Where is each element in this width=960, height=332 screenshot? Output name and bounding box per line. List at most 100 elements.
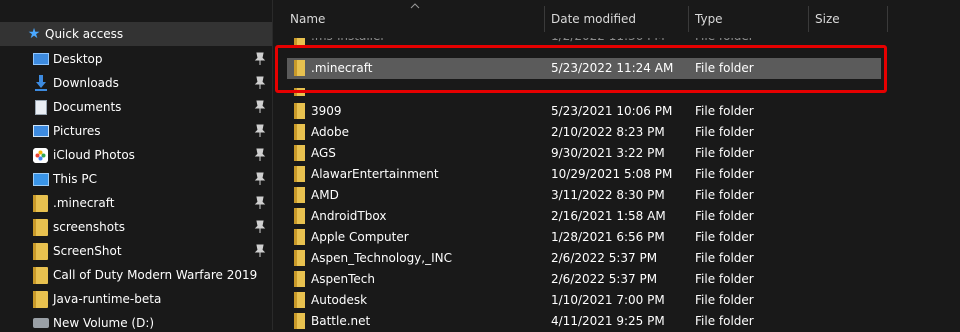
file-row[interactable]: AGS 9/30/2021 3:22 PM File folder: [273, 143, 960, 164]
file-date: 4/11/2021 9:25 PM: [551, 314, 665, 328]
column-header-date-modified[interactable]: Date modified: [551, 0, 636, 38]
folder-icon: [294, 313, 305, 329]
column-header-size[interactable]: Size: [815, 0, 840, 38]
file-type: File folder: [695, 125, 754, 139]
nav-item-java-runtime-beta[interactable]: Java-runtime-beta: [0, 287, 272, 311]
pin-icon: [254, 172, 266, 185]
file-type: File folder: [695, 251, 754, 265]
nav-item-icloud-photos[interactable]: iCloud Photos: [0, 143, 272, 167]
file-row[interactable]: Autodesk 1/10/2021 7:00 PM File folder: [273, 290, 960, 311]
file-type: File folder: [695, 104, 754, 118]
folder-icon: [294, 229, 305, 245]
this-pc-icon: [33, 172, 49, 186]
file-name: Battle.net: [311, 314, 371, 328]
file-name: Apple Computer: [311, 230, 409, 244]
column-divider[interactable]: [544, 6, 545, 32]
column-header: Name Date modified Type Size: [273, 0, 960, 38]
folder-icon: [33, 290, 48, 308]
file-row[interactable]: Adobe 2/10/2022 8:23 PM File folder: [273, 122, 960, 143]
file-name: AGS: [311, 146, 336, 160]
file-name: .minecraft: [311, 61, 373, 75]
nav-item-label: Desktop: [53, 52, 103, 66]
folder-icon: [294, 250, 305, 266]
column-header-name[interactable]: Name: [290, 0, 325, 38]
nav-item-screenshots[interactable]: screenshots: [0, 215, 272, 239]
file-type: File folder: [695, 167, 754, 181]
file-row-selected[interactable]: .minecraft 5/23/2022 11:24 AM File folde…: [287, 58, 881, 79]
folder-icon: [294, 38, 305, 46]
navigation-pane: ★ Quick access Desktop Downloads Documen…: [0, 0, 272, 330]
pin-icon: [254, 244, 266, 257]
file-row[interactable]: AndroidTbox 2/16/2021 1:58 AM File folde…: [273, 206, 960, 227]
nav-item-documents[interactable]: Documents: [0, 95, 272, 119]
nav-item-screenshot[interactable]: ScreenShot: [0, 239, 272, 263]
file-date: 1/10/2021 7:00 PM: [551, 293, 665, 307]
file-name: .ms-installer: [311, 38, 385, 47]
file-row[interactable]: Aspen_Technology,_INC 2/6/2022 5:37 PM F…: [273, 248, 960, 269]
pictures-icon: [33, 125, 49, 137]
file-date: 10/29/2021 5:08 PM: [551, 167, 673, 181]
file-row[interactable]: AspenTech 2/6/2022 5:37 PM File folder: [273, 269, 960, 290]
nav-item-label: Call of Duty Modern Warfare 2019: [53, 268, 258, 282]
nav-item-minecraft[interactable]: .minecraft: [0, 191, 272, 215]
file-row[interactable]: Battle.net 4/11/2021 9:25 PM File folder: [273, 311, 960, 332]
star-icon: ★: [27, 26, 41, 42]
nav-item-label: Pictures: [53, 124, 101, 138]
column-divider[interactable]: [688, 6, 689, 32]
file-type: File folder: [695, 146, 754, 160]
file-name: Autodesk: [311, 293, 368, 307]
file-date: 1/2/2022 11:36 PM: [551, 38, 665, 47]
column-header-type[interactable]: Type: [695, 0, 723, 38]
nav-item-pictures[interactable]: Pictures: [0, 119, 272, 143]
file-row[interactable]: AMD 3/11/2022 8:30 PM File folder: [273, 185, 960, 206]
file-type: File folder: [695, 272, 754, 286]
file-list: Name Date modified Type Size .ms-install…: [273, 0, 960, 330]
nav-item-label: Documents: [53, 100, 122, 114]
nav-item-desktop[interactable]: Desktop: [0, 47, 272, 71]
nav-item-label: ScreenShot: [53, 244, 122, 258]
file-row[interactable]: 3909 5/23/2021 10:06 PM File folder: [273, 101, 960, 122]
nav-item-label: Java-runtime-beta: [53, 292, 162, 306]
pin-icon: [254, 220, 266, 233]
pin-icon: [254, 76, 266, 89]
folder-icon: [33, 242, 48, 260]
file-name: AspenTech: [311, 272, 375, 286]
nav-item-quick-access[interactable]: ★ Quick access: [0, 22, 272, 46]
nav-item-downloads[interactable]: Downloads: [0, 71, 272, 95]
file-name: AndroidTbox: [311, 209, 387, 223]
nav-item-this-pc[interactable]: This PC: [0, 167, 272, 191]
folder-icon: [294, 208, 305, 224]
file-name: AlawarEntertainment: [311, 167, 439, 181]
nav-item-label: Downloads: [53, 76, 119, 90]
file-date: 5/23/2021 10:06 PM: [551, 104, 673, 118]
file-row[interactable]: AlawarEntertainment 10/29/2021 5:08 PM F…: [273, 164, 960, 185]
file-date: 2/16/2021 1:58 AM: [551, 209, 666, 223]
file-date: 9/30/2021 3:22 PM: [551, 146, 665, 160]
folder-icon: [294, 271, 305, 287]
folder-icon: [33, 194, 48, 212]
file-date: 5/23/2022 11:24 AM: [551, 61, 674, 75]
file-date: 2/6/2022 5:37 PM: [551, 251, 658, 265]
file-type: File folder: [695, 230, 754, 244]
folder-icon: [294, 60, 305, 76]
nav-item-call-of-duty[interactable]: Call of Duty Modern Warfare 2019: [0, 263, 272, 287]
icloud-photos-icon: [33, 147, 48, 163]
nav-item-new-volume[interactable]: New Volume (D:): [0, 311, 272, 330]
file-name: 3909: [311, 104, 342, 118]
nav-item-label: This PC: [53, 172, 97, 186]
folder-icon: [294, 187, 305, 203]
file-row[interactable]: .ms-installer 1/2/2022 11:36 PM File fol…: [273, 38, 960, 48]
column-divider[interactable]: [887, 6, 888, 32]
file-row[interactable]: [273, 86, 960, 96]
pin-icon: [254, 124, 266, 137]
column-divider[interactable]: [808, 6, 809, 32]
folder-icon: [294, 103, 305, 119]
file-type: File folder: [695, 61, 754, 75]
folder-icon: [294, 145, 305, 161]
sort-ascending-icon: [410, 3, 420, 9]
downloads-icon: [35, 75, 47, 91]
file-name: Adobe: [311, 125, 349, 139]
file-type: File folder: [695, 209, 754, 223]
nav-item-label: .minecraft: [53, 196, 115, 210]
file-row[interactable]: Apple Computer 1/28/2021 6:56 PM File fo…: [273, 227, 960, 248]
